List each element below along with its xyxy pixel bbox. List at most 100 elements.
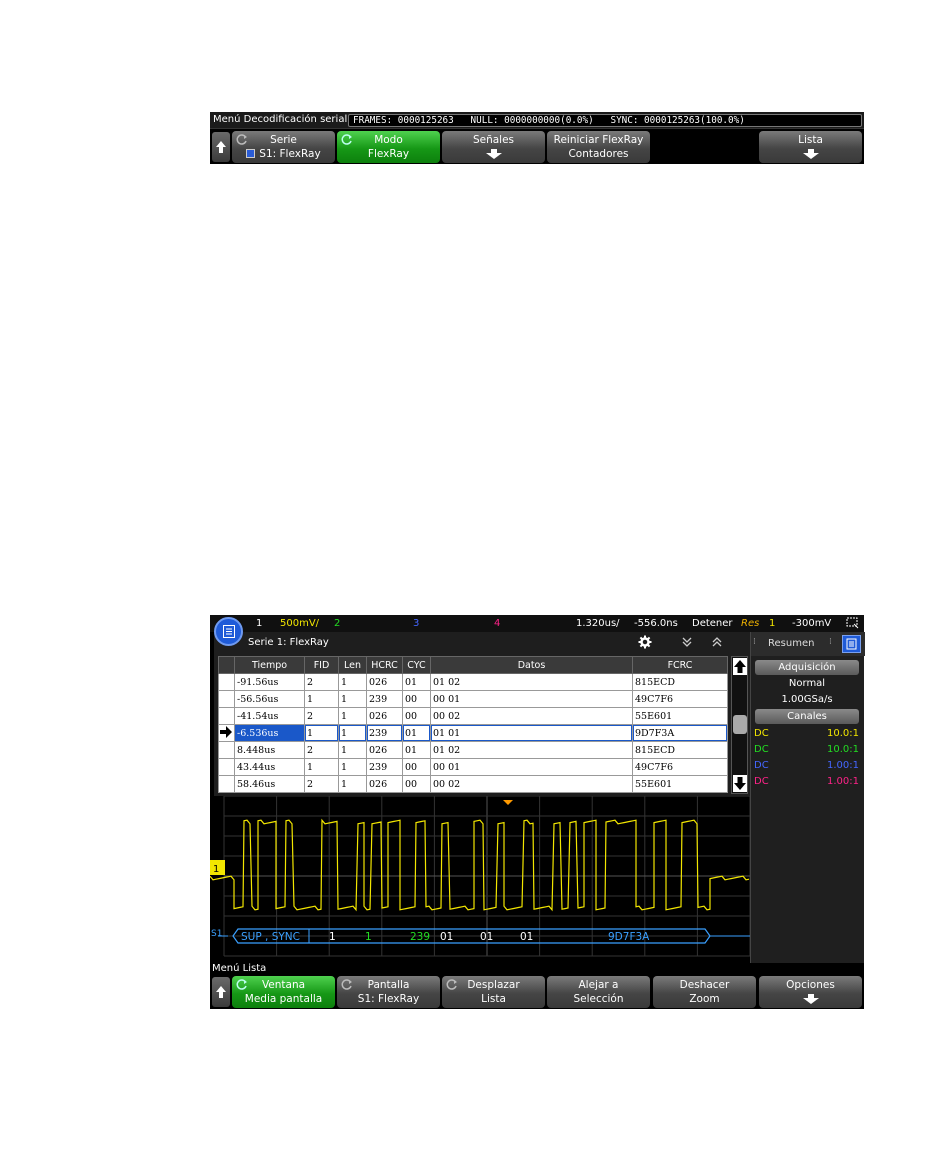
scroll-down-button[interactable] [733,775,747,792]
cell-fid: 2 [304,707,339,725]
row-pointer-cell [218,775,235,793]
trigger-channel[interactable]: 1 [769,618,775,629]
channel-2-info: DC 10.0:1 [754,744,859,755]
ch1-number[interactable]: 1 [256,618,262,629]
table-row[interactable]: -56.56us 1 1 239 00 00 01 49C7F6 [218,690,728,708]
reset-counters-softkey[interactable]: Reiniciar FlexRay Contadores [547,131,650,163]
cell-fcrc: 49C7F6 [632,758,728,776]
table-row[interactable]: -91.56us 2 1 026 01 01 02 815ECD [218,673,728,691]
scroll-list-softkey[interactable]: Desplazar Lista [442,976,545,1008]
back-button[interactable] [212,132,230,162]
column-header-data[interactable]: Datos [430,656,633,674]
column-header-fcrc[interactable]: FCRC [632,656,728,674]
grip-icon[interactable]: ⁞ [829,637,832,647]
menu-list-icon [223,625,235,638]
column-header-cyc[interactable]: CYC [402,656,431,674]
acquisition-mode: Normal [788,678,826,689]
window-softkey-value: Media pantalla [244,993,323,1005]
mode-softkey-value: FlexRay [367,148,410,160]
back-button[interactable] [212,977,230,1007]
bus-field-len: 1 [365,931,372,943]
run-state[interactable]: Detener [692,618,733,629]
waveform-display[interactable]: 1 S1 SUP , SYNC 1 1 239 01 01 01 9D7F3A [210,796,750,963]
serial-decode-menu: Menú Decodificación serial FRAMES: 00001… [210,112,864,164]
scrollbar-thumb[interactable] [733,715,747,734]
undo-zoom-softkey[interactable]: Deshacer Zoom [653,976,756,1008]
cell-time: 8.448us [234,741,305,759]
bus-field-hcrc: 239 [410,931,430,943]
cell-time: -6.536us [234,724,305,742]
screen-layout-icon[interactable] [846,617,859,629]
serial-softkey[interactable]: Serie S1: FlexRay [232,131,335,163]
entry-knob-icon [236,979,247,990]
cell-data: 00 01 [430,758,633,776]
bus-field-data-1: 01 [520,931,533,943]
arrow-up-icon [734,660,746,673]
lister-scrollbar[interactable] [731,656,748,794]
gear-icon[interactable] [638,635,652,649]
channel-4-info: DC 1.00:1 [754,776,859,787]
signals-softkey-label: Señales [472,134,515,146]
channels-header[interactable]: Canales [755,709,859,724]
signals-softkey[interactable]: Señales [442,131,545,163]
arrow-up-icon [216,141,226,153]
ch3-number[interactable]: 3 [413,618,419,629]
cell-time: -56.56us [234,690,305,708]
cell-fid: 1 [304,724,339,742]
window-softkey[interactable]: Ventana Media pantalla [232,976,335,1008]
cell-len: 1 [338,775,367,793]
row-pointer-cell [218,741,235,759]
table-row-selected[interactable]: -6.536us 1 1 239 01 01 01 9D7F3A [218,724,728,742]
mode-softkey[interactable]: Modo FlexRay [337,131,440,163]
cell-fcrc: 49C7F6 [632,690,728,708]
main-menu-button[interactable] [214,617,243,646]
column-header-time[interactable]: Tiempo [234,656,305,674]
trigger-level[interactable]: -300mV [792,618,831,629]
entry-knob-icon [446,979,457,990]
ch1-scale[interactable]: 500mV/ [280,618,319,629]
grip-icon[interactable]: ⁞ [753,637,756,647]
time-delay[interactable]: -556.0ns [634,618,678,629]
table-row[interactable]: 58.46us 2 1 026 00 00 02 55E601 [218,775,728,793]
cell-cyc: 00 [402,707,431,725]
cell-hcrc: 239 [366,690,403,708]
display-softkey[interactable]: Pantalla S1: FlexRay [337,976,440,1008]
acquisition-header[interactable]: Adquisición [755,660,859,675]
decode-table: Tiempo FID Len HCRC CYC Datos FCRC -91.5… [218,656,728,793]
list-softkey[interactable]: Lista [759,131,862,163]
scroll-up-button[interactable] [733,658,747,675]
cell-time: -41.54us [234,707,305,725]
panel-menu-button[interactable] [842,635,861,653]
options-softkey[interactable]: Opciones [759,976,862,1008]
ch2-number[interactable]: 2 [334,618,340,629]
chevron-double-up-icon[interactable] [710,635,724,649]
cell-fcrc: 9D7F3A [632,724,728,742]
cell-len: 1 [338,673,367,691]
timebase-scale[interactable]: 1.320us/ [576,618,620,629]
table-row[interactable]: 43.44us 1 1 239 00 00 01 49C7F6 [218,758,728,776]
cell-hcrc: 026 [366,741,403,759]
bus-field-fcrc: 9D7F3A [608,931,650,943]
table-header-row: Tiempo FID Len HCRC CYC Datos FCRC [218,656,728,674]
table-row[interactable]: 8.448us 2 1 026 01 01 02 815ECD [218,741,728,759]
cell-fid: 2 [304,775,339,793]
cell-hcrc: 026 [366,707,403,725]
zoom-to-selection-softkey[interactable]: Alejar a Selección [547,976,650,1008]
cell-cyc: 01 [402,724,431,742]
list-menu-title: Menú Lista [210,963,864,975]
column-header-hcrc[interactable]: HCRC [366,656,403,674]
bus-field-data-0: 01 [480,931,493,943]
tab-summary[interactable]: Resumen [768,638,814,649]
zoom-to-selection-line2: Selección [573,993,624,1005]
row-pointer-cell [218,758,235,776]
cell-cyc: 01 [402,741,431,759]
table-row[interactable]: -41.54us 2 1 026 00 00 02 55E601 [218,707,728,725]
cell-time: -91.56us [234,673,305,691]
column-header-fid[interactable]: FID [304,656,339,674]
sample-rate: 1.00GSa/s [781,694,833,705]
softkey-row: Serie S1: FlexRay Modo FlexRay Señales R… [210,130,864,164]
ch4-number[interactable]: 4 [494,618,500,629]
column-header-len[interactable]: Len [338,656,367,674]
cell-data: 00 02 [430,775,633,793]
chevron-double-down-icon[interactable] [680,635,694,649]
